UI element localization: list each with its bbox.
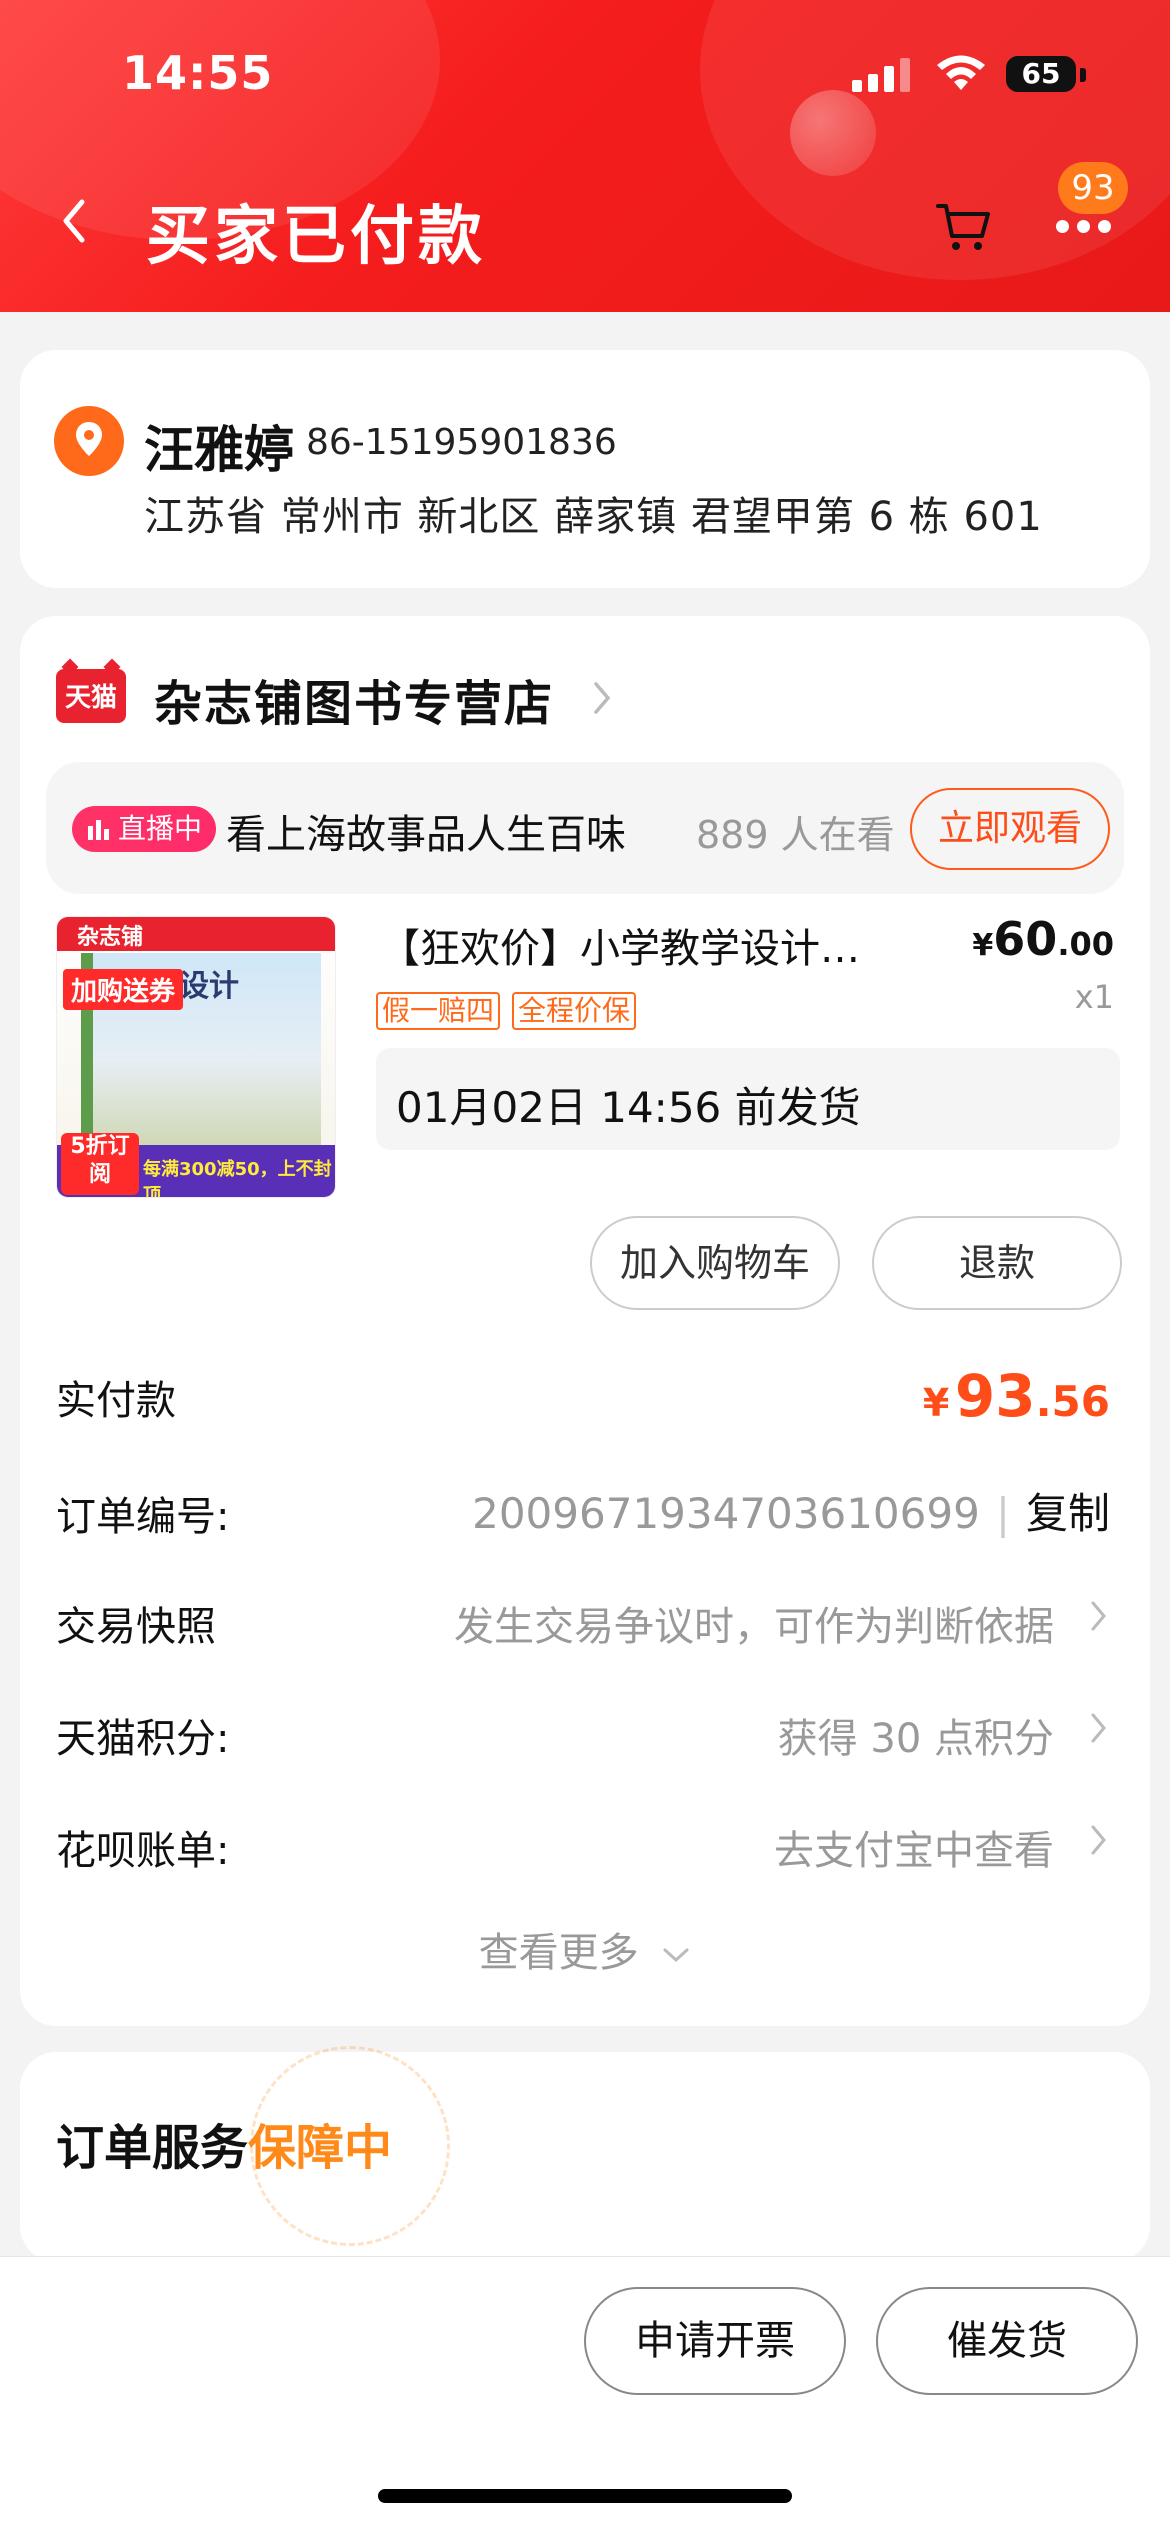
snapshot-value[interactable]: 发生交易争议时，可作为判断依据 [454, 1594, 1054, 1652]
live-viewers: 889 人在看 [696, 813, 895, 857]
message-badge: 93 [1058, 162, 1128, 214]
image-discount: 5折订阅 [61, 1133, 139, 1195]
chevron-right-icon[interactable] [1088, 1822, 1110, 1858]
refund-button[interactable]: 退款 [872, 1216, 1122, 1310]
tmall-logo: 天猫 [56, 669, 126, 723]
address-card[interactable]: 汪雅婷 86-15195901836 江苏省 常州市 新北区 薛家镇 君望甲第 … [20, 350, 1150, 588]
copy-button[interactable]: 复制 [1026, 1489, 1110, 1538]
order-number-row: 2009671934703610699 | 复制 [472, 1489, 1110, 1538]
paid-decimal: .56 [1035, 1377, 1110, 1426]
shipping-address: 江苏省 常州市 新北区 薛家镇 君望甲第 6 栋 601 [144, 494, 1043, 540]
add-to-cart-button[interactable]: 加入购物车 [590, 1216, 840, 1310]
request-invoice-button[interactable]: 申请开票 [584, 2287, 846, 2395]
product-image[interactable]: 杂志铺 学设计 加购送券 每满300减50，上不封顶 5折订阅 [56, 916, 336, 1198]
watch-now-button[interactable]: 立即观看 [910, 788, 1110, 870]
image-brand: 杂志铺 [77, 925, 144, 950]
battery-tip [1080, 68, 1086, 82]
page-title: 买家已付款 [146, 200, 486, 274]
tag-price-protection: 全程价保 [512, 992, 637, 1030]
product-price: ¥60.00 [972, 912, 1114, 966]
service-title: 订单服务保障中 [56, 2108, 392, 2178]
shop-name[interactable]: 杂志铺图书专营店 [154, 664, 554, 734]
recipient-name: 汪雅婷 [144, 421, 294, 479]
battery-icon: 65 [1006, 56, 1076, 92]
chevron-right-icon[interactable] [590, 678, 614, 718]
service-status: 保障中 [248, 2120, 393, 2176]
service-title-text: 订单服务 [56, 2120, 249, 2176]
bottom-action-bar: 申请开票 催发货 [0, 2256, 1170, 2532]
huabei-value[interactable]: 去支付宝中查看 [774, 1818, 1054, 1876]
image-bottom-text: 每满300减50，上不封顶 [143, 1159, 332, 1198]
live-stream-bar[interactable]: 直播中 看上海故事品人生百味 889 人在看 立即观看 [46, 762, 1124, 894]
huabei-label: 花呗账单: [56, 1828, 230, 1874]
location-icon [54, 406, 124, 476]
chevron-right-icon[interactable] [1088, 1710, 1110, 1746]
paid-label: 实付款 [56, 1378, 176, 1424]
product-title[interactable]: 【狂欢价】小学教学设计… [380, 916, 940, 974]
wifi-icon [937, 55, 985, 90]
service-card: 订单服务保障中 [20, 2046, 1150, 2262]
shipping-deadline: 01月02日 14:56 前发货 [376, 1048, 1120, 1150]
header-decoration [790, 90, 876, 176]
home-indicator[interactable] [378, 2489, 792, 2503]
price-decimal: .00 [1057, 925, 1114, 963]
product-tags: 假一赔四 全程价保 [376, 992, 648, 1030]
order-number: 2009671934703610699 [472, 1489, 980, 1538]
see-more-button[interactable]: 查看更多 [20, 1920, 1150, 1978]
more-menu-icon[interactable] [1052, 210, 1116, 240]
snapshot-label: 交易快照 [56, 1604, 216, 1650]
urge-shipping-button[interactable]: 催发货 [876, 2287, 1138, 2395]
order-card: 天猫 杂志铺图书专营店 直播中 看上海故事品人生百味 889 人在看 立即观看 … [20, 616, 1150, 2026]
paid-amount: ¥ 93.56 [923, 1362, 1110, 1430]
tag-fake-compensation: 假一赔四 [376, 992, 501, 1030]
back-icon[interactable] [56, 196, 92, 246]
cart-icon[interactable] [934, 198, 994, 254]
see-more-label: 查看更多 [478, 1930, 639, 1976]
image-promo: 加购送券 [63, 969, 184, 1010]
chevron-right-icon[interactable] [1088, 1598, 1110, 1634]
chevron-down-icon [663, 1948, 689, 1963]
shipping-deadline-text: 01月02日 14:56 前发货 [396, 1083, 861, 1132]
image-brand-strip: 杂志铺 [57, 917, 335, 951]
signal-icon [852, 58, 912, 92]
price-integer: 60 [993, 912, 1058, 966]
order-number-label: 订单编号: [56, 1494, 230, 1540]
live-badge: 直播中 [72, 806, 217, 852]
product-quantity: x1 [1074, 978, 1114, 1016]
paid-integer: 93 [954, 1362, 1036, 1430]
points-value[interactable]: 获得 30 点积分 [778, 1706, 1054, 1764]
live-bars-icon [88, 820, 109, 840]
status-time: 14:55 [122, 46, 274, 100]
order-header: 14:55 65 买家已付款 93 [0, 0, 1170, 312]
live-title: 看上海故事品人生百味 [226, 812, 626, 858]
points-label: 天猫积分: [56, 1716, 230, 1762]
recipient-phone: 86-15195901836 [306, 422, 617, 463]
live-badge-label: 直播中 [118, 812, 203, 845]
paid-symbol: ¥ [922, 1381, 950, 1425]
price-symbol: ¥ [972, 928, 994, 963]
